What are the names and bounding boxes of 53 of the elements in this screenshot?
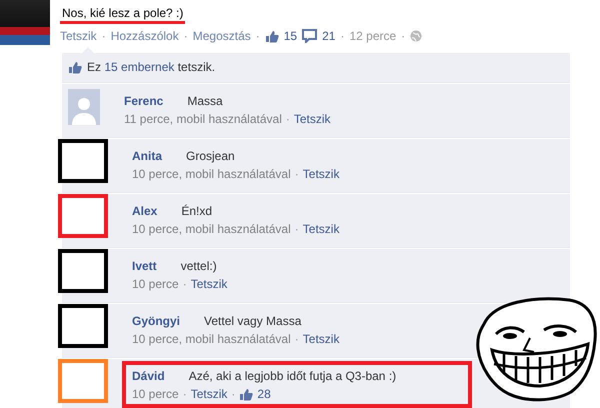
separator-dot: ·	[286, 112, 290, 126]
separator-dot: ·	[256, 29, 260, 43]
timestamp: 10 perce	[132, 387, 179, 401]
action-link[interactable]: Tetszik	[302, 167, 340, 181]
timestamp: 10 perce, mobil használatával	[132, 332, 291, 346]
separator-dot: ·	[182, 277, 187, 291]
timestamp: 10 perce, mobil használatával	[132, 222, 291, 236]
comment-text: vettel:)	[180, 258, 217, 274]
comment-text: Massa	[187, 93, 223, 109]
comment-author[interactable]: Ivett	[132, 258, 157, 274]
action-link[interactable]: Tetszik	[302, 222, 340, 236]
thumbs-up-icon	[264, 30, 279, 42]
comment-author[interactable]: Gyöngyi	[132, 313, 180, 329]
comment-author[interactable]: Ferenc	[124, 93, 164, 109]
separator-dot: ·	[340, 29, 344, 43]
timestamp: 11 perce, mobil használatával	[124, 112, 282, 126]
timestamp: 10 perce, mobil használatával	[132, 167, 291, 181]
like-count[interactable]: 15	[284, 29, 298, 43]
separator-dot: ·	[184, 29, 188, 43]
action-link[interactable]: Tetszik	[190, 277, 228, 291]
action-link[interactable]: Hozzászólok	[110, 29, 179, 43]
comment-text: Grosjean	[186, 148, 235, 164]
comment-author[interactable]: Anita	[132, 148, 162, 164]
comment-text: Vettel vagy Massa	[204, 313, 302, 329]
comment-text: Azé, aki a legjobb időt futja a Q3-ban :)	[188, 368, 396, 384]
separator-dot: ·	[231, 387, 236, 401]
action-link[interactable]: Tetszik	[302, 332, 340, 346]
action-link[interactable]: Megosztás	[192, 29, 251, 43]
separator-dot: ·	[182, 387, 187, 401]
like-count[interactable]: 28	[257, 387, 271, 401]
separator-dot: ·	[294, 332, 299, 346]
separator-dot: ·	[294, 167, 299, 181]
avatar-silhouette	[68, 89, 100, 125]
comment-bubble-icon	[302, 29, 318, 43]
timestamp: 12 perce	[349, 29, 396, 43]
comment-text: Én!xd	[181, 203, 212, 219]
thumbs-up-icon	[68, 60, 82, 74]
comment-author[interactable]: Alex	[132, 203, 158, 219]
thumbs-up-icon	[239, 388, 254, 400]
separator-dot: ·	[102, 29, 106, 43]
action-link[interactable]: Tetszik	[190, 387, 228, 401]
action-link[interactable]: Tetszik	[60, 29, 97, 43]
likers-link[interactable]: 15 embernek	[104, 60, 174, 74]
timestamp: 10 perce	[132, 277, 179, 291]
likes-summary-text: Ez 15 embernek tetszik.	[87, 60, 216, 74]
globe-icon	[410, 30, 422, 42]
action-link[interactable]: Tetszik	[294, 112, 331, 126]
separator-dot: ·	[294, 222, 299, 236]
comment-author[interactable]: Dávid	[132, 368, 165, 384]
page-logo-image	[0, 0, 50, 45]
separator-dot: ·	[401, 29, 406, 43]
post-text: Nos, kié lesz a pole? :)	[60, 6, 186, 24]
comment-count[interactable]: 21	[322, 29, 336, 43]
